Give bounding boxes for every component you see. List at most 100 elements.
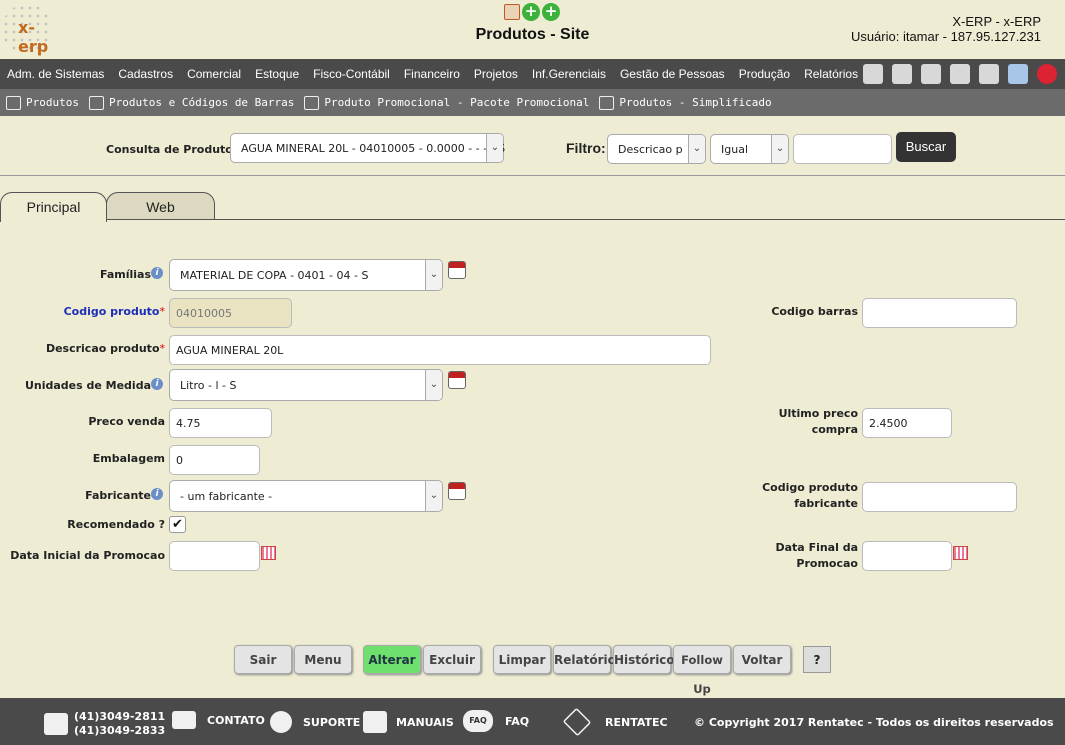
fabricante-select[interactable]: - um fabricante - ⌄	[169, 480, 443, 512]
familias-label-text: Famílias	[99, 268, 151, 281]
unidades-select[interactable]: Litro - l - S ⌄	[169, 369, 443, 401]
headset-icon	[270, 711, 292, 733]
relatorio-button[interactable]: Relatório	[553, 645, 616, 674]
embalagem-value: 0	[176, 454, 183, 467]
document-icon[interactable]	[979, 64, 999, 84]
submenu-simplificado[interactable]: Produtos - Simplificado	[599, 95, 772, 110]
excluir-button[interactable]: Excluir	[423, 645, 481, 674]
chevron-down-icon[interactable]: ⌄	[425, 481, 442, 511]
tab-principal[interactable]: Principal	[0, 192, 107, 222]
preco-venda-field[interactable]: 4.75	[169, 408, 272, 438]
filtro-field-select[interactable]: Descricao pro ⌄	[607, 134, 706, 164]
required-marker: *	[159, 342, 166, 355]
embalagem-label: Embalagem	[92, 452, 165, 465]
chevron-down-icon[interactable]: ⌄	[425, 260, 442, 290]
codigo-produto-field[interactable]: 04010005	[169, 298, 292, 328]
rentatec-logo-icon	[562, 707, 592, 737]
chevron-down-icon[interactable]: ⌄	[771, 135, 788, 163]
menu-cadastros[interactable]: Cadastros	[111, 67, 180, 81]
embalagem-field[interactable]: 0	[169, 445, 260, 475]
sair-button[interactable]: Sair	[234, 645, 292, 674]
date-picker-icon[interactable]	[953, 546, 968, 560]
codigo-barras-field[interactable]	[862, 298, 1017, 328]
descricao-label-text: Descricao produto	[45, 342, 160, 355]
descricao-label: Descricao produto*	[0, 341, 165, 357]
fabricante-label: Fabricante i	[0, 488, 163, 504]
menu-relatorios[interactable]: Relatórios	[797, 67, 865, 81]
codigo-barras-label: Codigo barras	[771, 305, 858, 318]
date-picker-icon[interactable]	[261, 546, 276, 560]
chevron-down-icon[interactable]: ⌄	[486, 134, 503, 162]
menu-financeiro[interactable]: Financeiro	[397, 67, 467, 81]
info-icon[interactable]: i	[151, 267, 163, 279]
voltar-button[interactable]: Voltar	[733, 645, 791, 674]
ultimo-preco-field[interactable]: 2.4500	[862, 408, 952, 438]
consulta-produtos-select[interactable]: AGUA MINERAL 20L - 04010005 - 0.0000 - -…	[230, 133, 505, 163]
footer-faq[interactable]: FAQ FAQ	[463, 710, 529, 732]
calendar-icon[interactable]	[448, 371, 466, 389]
header-actions: + +	[504, 3, 560, 21]
menu-fisco-contabil[interactable]: Fisco-Contábil	[306, 67, 397, 81]
filtro-op-select[interactable]: Igual ⌄	[710, 134, 789, 164]
calendar-icon[interactable]	[448, 261, 466, 279]
ultimo-preco-label-line1: Ultimo preco	[778, 407, 858, 420]
cart-icon	[6, 95, 21, 110]
codigo-label-text: Codigo produto	[63, 305, 160, 318]
help-button[interactable]: ?	[803, 646, 831, 673]
filtro-field-value: Descricao pro	[618, 143, 682, 156]
mail-icon	[172, 711, 196, 729]
phone-icon	[44, 713, 68, 735]
buscar-button[interactable]: Buscar	[896, 132, 956, 162]
menu-producao[interactable]: Produção	[732, 67, 797, 81]
chevron-down-icon[interactable]: ⌄	[688, 135, 705, 163]
submenu-codigos-barras[interactable]: Produtos e Códigos de Barras	[88, 95, 294, 110]
menu-projetos[interactable]: Projetos	[467, 67, 525, 81]
export-icon[interactable]	[950, 64, 970, 84]
menu-adm-sistemas[interactable]: Adm. de Sistemas	[0, 67, 111, 81]
required-marker: *	[159, 305, 166, 318]
codigo-fabricante-field[interactable]	[862, 482, 1017, 512]
info-icon[interactable]: i	[151, 378, 163, 390]
recomendado-checkbox[interactable]: ✔	[169, 516, 186, 533]
submenu-promocional[interactable]: Produto Promocional - Pacote Promocional	[304, 95, 589, 110]
globe-icon[interactable]	[1008, 64, 1028, 84]
recycle-icon[interactable]	[921, 64, 941, 84]
logout-icon[interactable]	[1037, 64, 1057, 84]
menu-comercial[interactable]: Comercial	[180, 67, 248, 81]
menu-inf-gerenciais[interactable]: Inf.Gerenciais	[525, 67, 613, 81]
fabricante-value: - um fabricante -	[180, 490, 273, 503]
submenu-label: Produtos - Simplificado	[619, 96, 772, 109]
footer-suporte[interactable]: SUPORTE	[270, 711, 360, 733]
tab-web[interactable]: Web	[106, 192, 215, 220]
faq-label: FAQ	[505, 714, 530, 728]
add-new-icon[interactable]: +	[542, 3, 560, 21]
footer-contato[interactable]: CONTATO	[172, 711, 265, 729]
historico-button[interactable]: Histórico	[613, 645, 675, 674]
printer-icon[interactable]	[892, 64, 912, 84]
limpar-button[interactable]: Limpar	[493, 645, 551, 674]
pdf-icon[interactable]	[504, 4, 520, 20]
submenu-label: Produtos	[26, 96, 79, 109]
calendar-icon[interactable]	[448, 482, 466, 500]
alterar-button[interactable]: Alterar	[363, 645, 421, 674]
footer-manuais[interactable]: MANUAIS	[363, 711, 454, 733]
fabricante-label-text: Fabricante	[85, 489, 151, 502]
footer-rentatec[interactable]: RENTATEC	[562, 707, 668, 737]
add-icon[interactable]: +	[522, 3, 540, 21]
submenu-produtos[interactable]: Produtos	[6, 95, 79, 110]
filtro-value-input[interactable]	[793, 134, 892, 164]
unidades-label: Unidades de Medida i	[0, 378, 163, 394]
follow-up-button[interactable]: Follow Up	[673, 645, 731, 696]
menu-estoque[interactable]: Estoque	[248, 67, 306, 81]
descricao-field[interactable]: AGUA MINERAL 20L	[169, 335, 711, 365]
products-simple-icon	[599, 95, 615, 110]
data-final-field[interactable]	[862, 541, 952, 571]
home-icon[interactable]	[863, 64, 883, 84]
menu-button[interactable]: Menu	[294, 645, 352, 674]
data-inicial-field[interactable]	[169, 541, 260, 571]
unidades-value: Litro - l - S	[180, 379, 237, 392]
chevron-down-icon[interactable]: ⌄	[425, 370, 442, 400]
info-icon[interactable]: i	[151, 488, 163, 500]
menu-gestao-pessoas[interactable]: Gestão de Pessoas	[613, 67, 732, 81]
familias-select[interactable]: MATERIAL DE COPA - 0401 - 04 - S ⌄	[169, 259, 443, 291]
